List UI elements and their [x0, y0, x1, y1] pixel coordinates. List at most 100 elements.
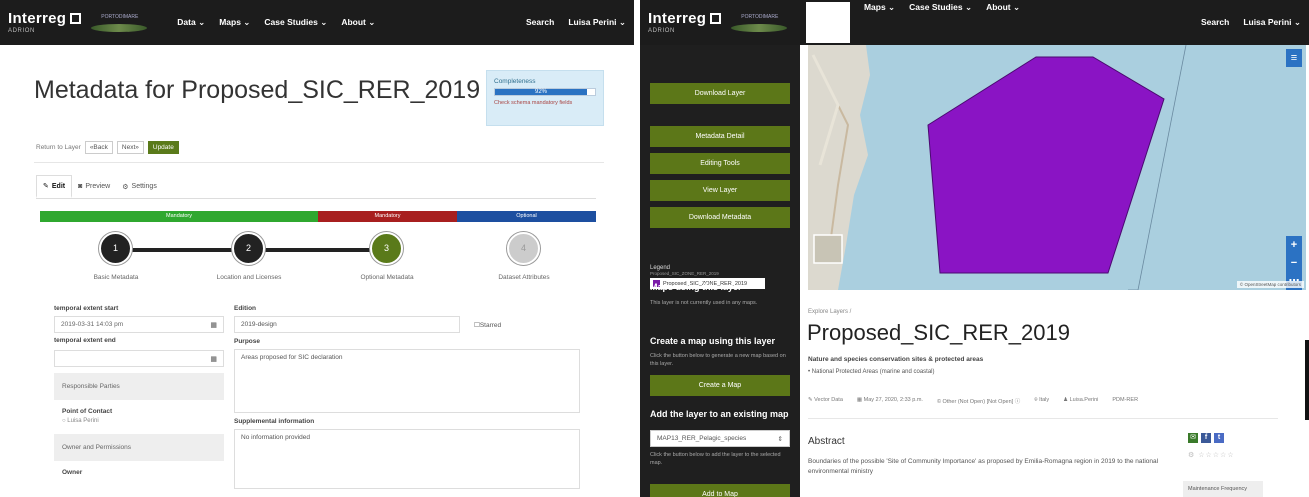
segment-mandatory-2: Mandatory: [318, 211, 457, 222]
map-canvas[interactable]: [808, 45, 1306, 290]
layer-category[interactable]: Nature and species conservation sites & …: [808, 356, 983, 363]
menu-about[interactable]: About ⌄: [986, 2, 1020, 43]
menu-maps[interactable]: Maps ⌄: [219, 17, 250, 28]
temporal-start-input[interactable]: 2019-03-31 14:03 pm ▦: [54, 316, 224, 333]
layers-menu-icon[interactable]: ≡: [1286, 49, 1302, 67]
starred-checkbox[interactable]: ☐Starred: [474, 321, 501, 329]
download-layer-button[interactable]: Download Layer: [650, 83, 790, 104]
meta-date-value: May 27, 2020, 2:33 p.m.: [863, 397, 923, 403]
next-button[interactable]: Next»: [116, 141, 144, 154]
calendar-icon[interactable]: ▦: [210, 321, 217, 329]
step-1-circle[interactable]: 1: [99, 232, 132, 265]
temporal-start-label: temporal extent start: [54, 305, 119, 312]
step-3-circle[interactable]: 3: [370, 232, 403, 265]
meta-type: ✎ Vector Data: [808, 397, 843, 405]
layer-keyword[interactable]: • National Protected Areas (marine and c…: [808, 369, 935, 375]
logo-square-icon: [70, 13, 82, 24]
point-of-contact-value[interactable]: ○ Luisa Perini: [62, 418, 216, 424]
tab-edit[interactable]: ✎ Edit: [36, 175, 73, 198]
supplemental-textarea[interactable]: No information provided: [234, 429, 580, 489]
step-4-circle[interactable]: 4: [507, 232, 540, 265]
tab-preview[interactable]: ◙ Preview: [72, 175, 116, 198]
metadata-detail-button[interactable]: Metadata Detail: [650, 126, 790, 147]
layer-map[interactable]: ≡ + − ⋯ © OpenStreetMap contributors: [808, 45, 1306, 290]
return-to-layer-link[interactable]: Return to Layer: [36, 144, 81, 151]
map-select[interactable]: MAP13_RER_Pelagic_species ⇕: [650, 430, 790, 447]
chevron-down-icon: ⌄: [368, 17, 376, 27]
social-share: ✉ f t: [1188, 433, 1224, 443]
completeness-bar: 92%: [494, 88, 596, 96]
menu-case-studies[interactable]: Case Studies ⌄: [264, 17, 327, 28]
breadcrumb[interactable]: Explore Layers /: [808, 309, 851, 315]
edition-input[interactable]: 2019-design: [234, 316, 460, 333]
logo-subtext: ADRION: [8, 28, 35, 34]
zoom-in-icon[interactable]: +: [1286, 236, 1302, 254]
back-button[interactable]: «Back: [84, 141, 113, 154]
logo-text: Interreg: [648, 10, 707, 27]
create-map-button[interactable]: Create a Map: [650, 375, 790, 396]
menu-data[interactable]: Data ⌄: [806, 2, 850, 43]
menu-maps[interactable]: Maps ⌄: [864, 2, 895, 43]
completeness-note[interactable]: Check schema mandatory fields: [494, 100, 596, 106]
calendar-icon[interactable]: ▦: [210, 355, 217, 363]
supplemental-label: Supplemental information: [234, 418, 315, 425]
calendar-icon: ▦: [856, 397, 863, 403]
step-2-circle[interactable]: 2: [232, 232, 265, 265]
sic-zone-polygon[interactable]: [927, 56, 1165, 274]
create-map-text: Click the button below to generate a new…: [650, 353, 786, 367]
search-link[interactable]: Search: [526, 17, 554, 28]
segment-mandatory-1: Mandatory: [40, 211, 318, 222]
menu-about[interactable]: About ⌄: [341, 17, 375, 28]
rating-stars[interactable]: ⚙ ☆☆☆☆☆: [1188, 451, 1235, 459]
menu-case-studies-label: Case Studies: [264, 17, 318, 27]
zoom-out-icon[interactable]: −: [1286, 254, 1302, 272]
email-icon[interactable]: ✉: [1188, 433, 1198, 443]
download-metadata-button[interactable]: Download Metadata: [650, 207, 790, 228]
view-layer-button[interactable]: View Layer: [650, 180, 790, 201]
owner-permissions-panel[interactable]: Owner and Permissions: [54, 434, 224, 461]
menu-case-studies[interactable]: Case Studies ⌄: [909, 2, 972, 43]
user-menu[interactable]: Luisa Perini ⌄: [1243, 17, 1301, 28]
search-link[interactable]: Search: [1201, 17, 1229, 28]
minimap-thumbnail[interactable]: [813, 234, 843, 264]
layer-sidebar-panel: Interreg ADRION PORTODIMARE Download Lay…: [640, 0, 800, 497]
update-button[interactable]: Update: [147, 141, 179, 154]
completeness-box: Completeness 92% Check schema mandatory …: [486, 70, 604, 126]
purpose-textarea[interactable]: Areas proposed for SIC declaration: [234, 349, 580, 413]
menu-data[interactable]: Data ⌄: [177, 17, 205, 28]
chevron-down-icon: ⌄: [1012, 2, 1021, 12]
menu-data-label: Data: [814, 17, 833, 27]
facebook-icon[interactable]: f: [1201, 433, 1211, 443]
chevron-down-icon: ⌄: [964, 2, 973, 12]
step-2-label: Location and Licenses: [216, 274, 282, 281]
point-of-contact-label: Point of Contact: [62, 408, 113, 415]
chevron-down-icon: ⌄: [618, 17, 626, 27]
interreg-logo[interactable]: Interreg ADRION: [648, 10, 722, 34]
temporal-end-input[interactable]: ▦: [54, 350, 224, 367]
meta-region[interactable]: ⌾ Italy: [1034, 397, 1049, 405]
info-icon: ⓘ: [1014, 399, 1021, 405]
menu-about-label: About: [986, 2, 1011, 12]
form-right-column: Edition 2019-design ☐Starred Purpose Are…: [234, 305, 582, 489]
meta-owner[interactable]: ♟ Luisa.Perini: [1063, 397, 1098, 405]
segment-optional: Optional: [457, 211, 596, 222]
editing-tools-button[interactable]: Editing Tools: [650, 153, 790, 174]
add-to-map-button[interactable]: Add to Map: [650, 484, 790, 497]
map-attribution[interactable]: © OpenStreetMap contributors: [1236, 281, 1304, 288]
meta-license-value: Other (Not Open) [Not Open]: [942, 399, 1014, 405]
add-layer-heading: Add the layer to an existing map: [650, 409, 789, 419]
boundary-line: [1137, 45, 1187, 290]
twitter-icon[interactable]: t: [1214, 433, 1224, 443]
user-menu[interactable]: Luisa Perini ⌄: [568, 17, 626, 28]
responsible-parties-panel[interactable]: Responsible Parties: [54, 373, 224, 400]
pencil-icon: ✎: [43, 183, 49, 190]
meta-group[interactable]: PDM-RER: [1112, 397, 1138, 405]
maps-using-text: This layer is not currently used in any …: [650, 300, 758, 306]
tab-settings[interactable]: ⚙ Settings: [116, 175, 163, 198]
point-of-contact-group: Point of Contact ○ Luisa Perini: [54, 400, 224, 428]
partner-logo-text: PORTODIMARE: [101, 13, 139, 20]
edge-bar: [1305, 340, 1309, 420]
interreg-logo[interactable]: Interreg ADRION: [8, 11, 82, 34]
meta-license[interactable]: © Other (Not Open) [Not Open] ⓘ: [937, 397, 1020, 405]
layer-title: Proposed_SIC_RER_2019: [807, 320, 1070, 345]
